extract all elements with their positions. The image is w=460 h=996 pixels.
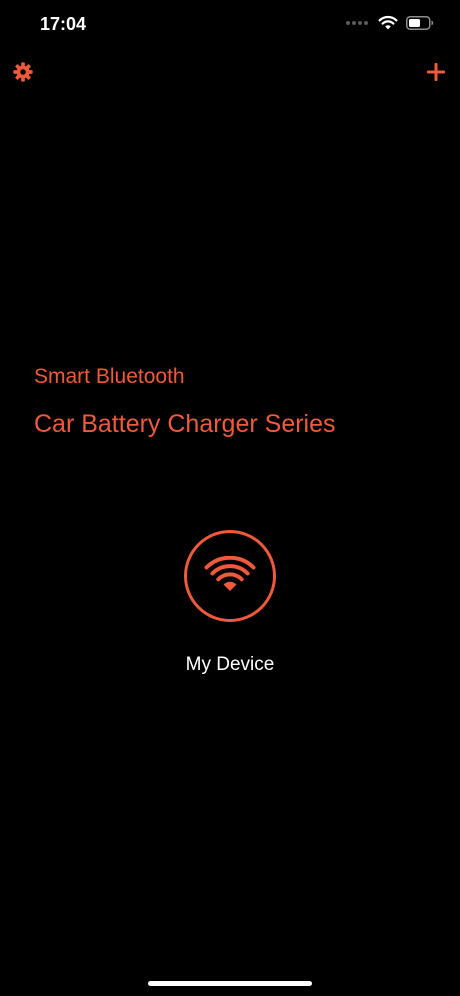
cellular-signal-icon bbox=[346, 20, 368, 25]
device-label[interactable]: My Device bbox=[186, 654, 275, 676]
page-title: Car Battery Charger Series bbox=[34, 410, 336, 438]
battery-icon bbox=[406, 15, 434, 30]
header-subtitle: Smart Bluetooth bbox=[34, 365, 185, 388]
settings-button[interactable] bbox=[9, 58, 37, 86]
device-icon-circle[interactable] bbox=[184, 530, 276, 622]
add-device-button[interactable] bbox=[422, 58, 450, 86]
status-indicators bbox=[346, 15, 434, 30]
gear-icon bbox=[13, 62, 33, 82]
home-indicator[interactable] bbox=[148, 981, 312, 986]
wifi-icon bbox=[204, 556, 256, 591]
status-bar: 17:04 bbox=[0, 0, 460, 50]
status-time: 17:04 bbox=[40, 14, 87, 34]
plus-icon bbox=[427, 63, 445, 81]
wifi-status-icon bbox=[378, 15, 398, 30]
device-item[interactable]: My Device bbox=[0, 530, 460, 676]
